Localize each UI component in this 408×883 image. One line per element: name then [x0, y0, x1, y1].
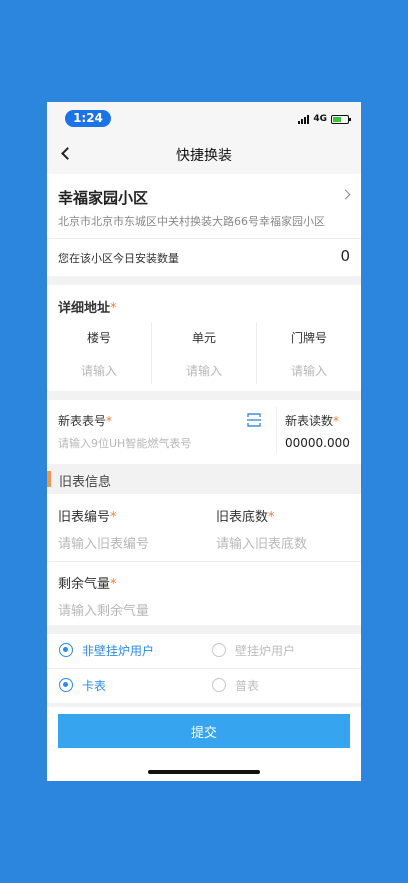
community-row[interactable]: 幸福家园小区 北京市北京市东城区中关村换装大路66号幸福家园小区 — [47, 174, 361, 238]
status-time: 1:24 — [65, 110, 111, 127]
divider — [47, 561, 361, 562]
building-label: 楼号 — [86, 331, 111, 345]
meter-type-label-normal[interactable]: 普表 — [235, 677, 259, 694]
community-name: 幸福家园小区 — [58, 189, 149, 207]
divider — [276, 407, 277, 453]
section-gap — [47, 703, 361, 707]
user-type-radio-wallless[interactable] — [59, 643, 73, 657]
user-type-label-wallhung[interactable]: 壁挂炉用户 — [235, 642, 295, 659]
building-input[interactable]: 请输入 — [47, 362, 151, 379]
section-gap — [47, 391, 361, 400]
unit-input[interactable]: 请输入 — [152, 362, 256, 379]
old-meter-section-header: 旧表信息 — [47, 464, 361, 494]
old-meter-section-title: 旧表信息 — [59, 475, 112, 490]
unit-label: 单元 — [191, 331, 216, 345]
community-address: 北京市北京市东城区中关村换装大路66号幸福家园小区 — [58, 215, 325, 228]
meter-type-label-card[interactable]: 卡表 — [82, 677, 106, 694]
section-gap — [47, 276, 361, 285]
detail-address-label: 详细地址* — [58, 301, 117, 316]
new-meter-reading-label: 新表读数* — [285, 414, 340, 428]
old-meter-number-label: 旧表编号* — [58, 510, 117, 525]
user-type-radio-wallhung[interactable] — [212, 643, 226, 657]
remaining-gas-input[interactable]: 请输入剩余气量 — [58, 600, 149, 619]
new-meter-reading-value[interactable]: 00000.000 — [285, 436, 350, 450]
nav-bar: 快捷换装 — [47, 134, 361, 174]
new-meter-number-label: 新表表号* — [58, 414, 113, 428]
signal-icon — [298, 114, 310, 124]
submit-button[interactable]: 提交 — [58, 714, 350, 748]
status-bar: 1:24 4G — [47, 102, 361, 134]
remaining-gas-label: 剩余气量* — [58, 577, 117, 592]
install-count-label: 您在该小区今日安装数量 — [58, 252, 179, 265]
old-meter-base-input[interactable]: 请输入旧表底数 — [216, 533, 307, 552]
home-indicator — [148, 770, 260, 774]
door-number-field[interactable]: 门牌号 请输入 — [257, 329, 361, 379]
meter-type-radio-card[interactable] — [59, 678, 73, 692]
door-number-label: 门牌号 — [290, 331, 327, 345]
meter-type-radio-normal[interactable] — [212, 678, 226, 692]
old-meter-base-label: 旧表底数* — [216, 510, 275, 525]
status-icons: 4G — [298, 113, 351, 125]
scan-icon[interactable] — [247, 413, 261, 427]
install-count-row: 您在该小区今日安装数量 0 — [47, 239, 361, 276]
door-number-input[interactable]: 请输入 — [257, 362, 361, 379]
battery-icon — [331, 114, 351, 124]
old-meter-number-input[interactable]: 请输入旧表编号 — [58, 533, 149, 552]
user-type-label-wallless[interactable]: 非壁挂炉用户 — [82, 642, 154, 659]
phone-screen: 1:24 4G 快捷换装 幸福家园小区 北京市北京市东城区中关村换装大路66号幸… — [47, 102, 361, 781]
network-type: 4G — [313, 114, 327, 124]
page-title: 快捷换装 — [176, 148, 232, 164]
new-meter-number-input[interactable]: 请输入9位UH智能燃气表号 — [58, 435, 191, 451]
section-gap — [47, 625, 361, 634]
unit-field[interactable]: 单元 请输入 — [152, 329, 256, 379]
section-accent — [47, 471, 51, 487]
divider — [47, 668, 361, 669]
chevron-right-icon — [340, 189, 351, 200]
building-field[interactable]: 楼号 请输入 — [47, 329, 151, 379]
install-count-value: 0 — [340, 247, 350, 265]
